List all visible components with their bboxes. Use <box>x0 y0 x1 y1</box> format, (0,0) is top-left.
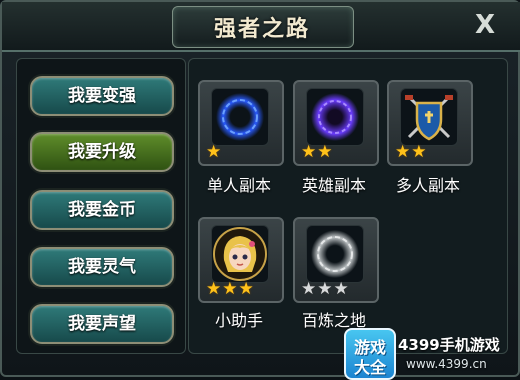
menu-button-gold[interactable]: 我要金币 <box>30 190 174 230</box>
star-rating: ★★★ <box>206 279 255 298</box>
watermark-url: www.4399.cn <box>406 357 487 371</box>
star-empty-icon: ★ <box>333 279 349 299</box>
star-filled-icon: ★ <box>206 142 222 162</box>
logo-line-2: 大全 <box>353 358 386 377</box>
star-rating: ★ <box>206 142 222 161</box>
shield-crossed-swords-icon <box>400 88 458 146</box>
watermark-text: 4399手机游戏 <box>398 336 500 354</box>
star-filled-icon: ★ <box>411 142 427 162</box>
star-rating: ★★ <box>301 142 334 161</box>
blue-vortex-icon <box>211 88 269 146</box>
blonde-girl-avatar-icon <box>211 225 269 283</box>
tile-label-team-dungeon: 多人副本 <box>395 176 460 195</box>
star-filled-icon: ★ <box>301 142 317 162</box>
close-icon[interactable]: X <box>468 10 502 40</box>
tile-trial-ground[interactable]: ★★★ <box>293 217 379 303</box>
star-filled-icon: ★ <box>317 142 333 162</box>
tile-solo-dungeon[interactable]: ★ <box>198 80 284 166</box>
youxi-daquan-logo: 游戏 大全 <box>344 328 396 380</box>
window-title: 强者之路 <box>213 17 310 42</box>
star-filled-icon: ★ <box>395 142 411 162</box>
star-filled-icon: ★ <box>238 279 254 299</box>
tile-label-hero-dungeon: 英雄副本 <box>301 176 366 195</box>
star-rating: ★★ <box>395 142 428 161</box>
star-filled-icon: ★ <box>206 279 222 299</box>
purple-vortex-icon <box>306 88 364 146</box>
tile-hero-dungeon[interactable]: ★★ <box>293 80 379 166</box>
menu-button-become-stronger[interactable]: 我要变强 <box>30 76 174 116</box>
star-filled-icon: ★ <box>222 279 238 299</box>
strong-path-window: 强者之路 X 我要变强 我要升级 我要金币 我要灵气 我要声望 ★ 单人副本 ★… <box>0 0 520 380</box>
menu-button-level-up[interactable]: 我要升级 <box>30 132 174 172</box>
tile-team-dungeon[interactable]: ★★ <box>387 80 473 166</box>
tile-label-assistant: 小助手 <box>214 311 263 330</box>
menu-button-spirit[interactable]: 我要灵气 <box>30 247 174 287</box>
menu-button-reputation[interactable]: 我要声望 <box>30 304 174 344</box>
star-empty-icon: ★ <box>317 279 333 299</box>
tile-assistant[interactable]: ★★★ <box>198 217 284 303</box>
star-rating: ★★★ <box>301 279 350 298</box>
grey-vortex-icon <box>306 225 364 283</box>
site-watermark: 游戏 大全 4399手机游戏 www.4399.cn <box>344 328 520 380</box>
star-empty-icon: ★ <box>301 279 317 299</box>
tile-label-solo-dungeon: 单人副本 <box>206 176 271 195</box>
